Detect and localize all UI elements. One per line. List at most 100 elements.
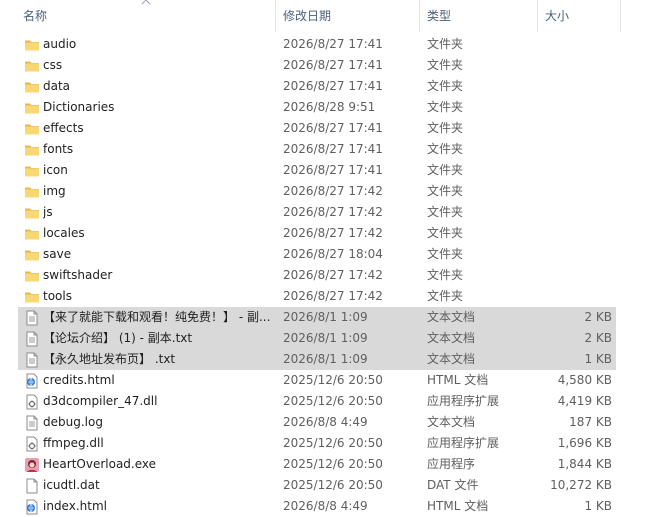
file-date: 2026/8/1 1:09 [283,310,368,324]
file-size: 1 KB [584,499,612,513]
file-type: 应用程序扩展 [427,436,500,450]
file-type: 文本文档 [427,415,476,429]
file-row[interactable]: credits.html 2025/12/6 20:50 HTML 文档 4,580 … [18,370,616,391]
file-name: effects [43,121,84,135]
file-size [540,265,612,286]
file-row[interactable]: HeartOverload.exe 2025/12/6 20:50 应用程序 1,84… [18,454,616,475]
file-date: 2026/8/27 17:42 [283,226,383,240]
dll-file-icon [24,436,40,452]
folder-icon [24,79,40,95]
file-size [540,286,612,307]
file-size: 2 KB [584,331,612,345]
file-row[interactable]: locales 2026/8/27 17:42 文件夹 [18,223,616,244]
file-name: credits.html [43,373,115,387]
file-row[interactable]: css 2026/8/27 17:41 文件夹 [18,55,616,76]
file-size: 4,580 KB [557,373,612,387]
file-row[interactable]: effects 2026/8/27 17:41 文件夹 [18,118,616,139]
file-type: 文件夹 [427,247,464,261]
file-row[interactable]: icon 2026/8/27 17:41 文件夹 [18,160,616,181]
file-name: index.html [43,499,107,513]
file-name: tools [43,289,72,303]
file-date: 2026/8/27 17:42 [283,268,383,282]
folder-icon [24,163,40,179]
column-header-bar: 名称 修改日期 类型 大小 [0,0,671,32]
file-row[interactable]: js 2026/8/27 17:42 文件夹 [18,202,616,223]
folder-icon [24,268,40,284]
file-row[interactable]: ffmpeg.dll 2025/12/6 20:50 应用程序扩展 1,696 KB [18,433,616,454]
file-date: 2026/8/8 4:49 [283,499,368,513]
folder-icon [24,58,40,74]
folder-icon [24,205,40,221]
file-name: HeartOverload.exe [43,457,157,471]
file-name: 【永久地址发布页】 .txt [43,352,176,366]
file-name: 【来了就能下载和观看！纯免费！】 - 副... [43,310,271,324]
file-row[interactable]: save 2026/8/27 18:04 文件夹 [18,244,616,265]
column-header-type[interactable]: 类型 [420,0,536,32]
html-file-icon [24,499,40,515]
file-name: img [43,184,66,198]
text-file-icon [24,331,40,347]
file-size: 1 KB [584,352,612,366]
file-size: 1,696 KB [557,436,612,450]
column-divider[interactable] [620,0,621,32]
file-size [540,223,612,244]
file-row[interactable]: index.html 2026/8/8 4:49 HTML 文档 1 KB [18,496,616,517]
file-size [540,139,612,160]
sort-ascending-icon [141,0,151,5]
column-header-size[interactable]: 大小 [538,0,620,32]
file-row[interactable]: fonts 2026/8/27 17:41 文件夹 [18,139,616,160]
file-row[interactable]: d3dcompiler_47.dll 2025/12/6 20:50 应用程序扩展 4… [18,391,616,412]
file-row[interactable]: 【来了就能下载和观看！纯免费！】 - 副... 2026/8/1 1:09 文本文档… [18,307,616,328]
file-type: 文件夹 [427,205,464,219]
file-size: 10,272 KB [550,478,612,492]
folder-icon [24,37,40,53]
file-date: 2025/12/6 20:50 [283,436,383,450]
file-date: 2026/8/1 1:09 [283,352,368,366]
file-row[interactable]: icudtl.dat 2025/12/6 20:50 DAT 文件 10,272 KB [18,475,616,496]
file-name: save [43,247,72,261]
file-date: 2026/8/27 17:42 [283,289,383,303]
file-name: data [43,79,71,93]
file-name: icudtl.dat [43,478,100,492]
file-type: 文件夹 [427,37,464,51]
folder-icon [24,121,40,137]
file-size [540,34,612,55]
file-row[interactable]: img 2026/8/27 17:42 文件夹 [18,181,616,202]
file-name: audio [43,37,77,51]
column-header-date[interactable]: 修改日期 [276,0,418,32]
file-date: 2026/8/27 17:42 [283,184,383,198]
file-row[interactable]: 【永久地址发布页】 .txt 2026/8/1 1:09 文本文档 1 KB [18,349,616,370]
file-type: 文件夹 [427,226,464,240]
file-row[interactable]: data 2026/8/27 17:41 文件夹 [18,76,616,97]
file-type: 文件夹 [427,268,464,282]
file-size: 2 KB [584,310,612,324]
file-type: DAT 文件 [427,478,479,492]
file-type: 文件夹 [427,289,464,303]
text-file-icon [24,415,40,431]
file-name: ffmpeg.dll [43,436,104,450]
file-date: 2026/8/27 17:42 [283,205,383,219]
file-date: 2026/8/27 17:41 [283,142,383,156]
file-row[interactable]: tools 2026/8/27 17:42 文件夹 [18,286,616,307]
file-size [540,76,612,97]
file-row[interactable]: debug.log 2026/8/8 4:49 文本文档 187 KB [18,412,616,433]
file-type: 应用程序 [427,457,476,471]
file-row[interactable]: 【论坛介绍】 (1) - 副本.txt 2026/8/1 1:09 文本文档 2 KB [18,328,616,349]
dll-file-icon [24,394,40,410]
file-name: css [43,58,63,72]
file-row[interactable]: Dictionaries 2026/8/28 9:51 文件夹 [18,97,616,118]
file-date: 2026/8/8 4:49 [283,415,368,429]
file-type: 文件夹 [427,58,464,72]
file-size [540,244,612,265]
file-name: fonts [43,142,74,156]
file-row[interactable]: swiftshader 2026/8/27 17:42 文件夹 [18,265,616,286]
app-exe-icon [24,457,40,473]
file-type: 文件夹 [427,121,464,135]
file-row[interactable]: audio 2026/8/27 17:41 文件夹 [18,34,616,55]
text-file-icon [24,352,40,368]
file-date: 2026/8/27 17:41 [283,79,383,93]
file-date: 2026/8/27 17:41 [283,121,383,135]
folder-icon [24,226,40,242]
file-size [540,97,612,118]
file-size [540,118,612,139]
